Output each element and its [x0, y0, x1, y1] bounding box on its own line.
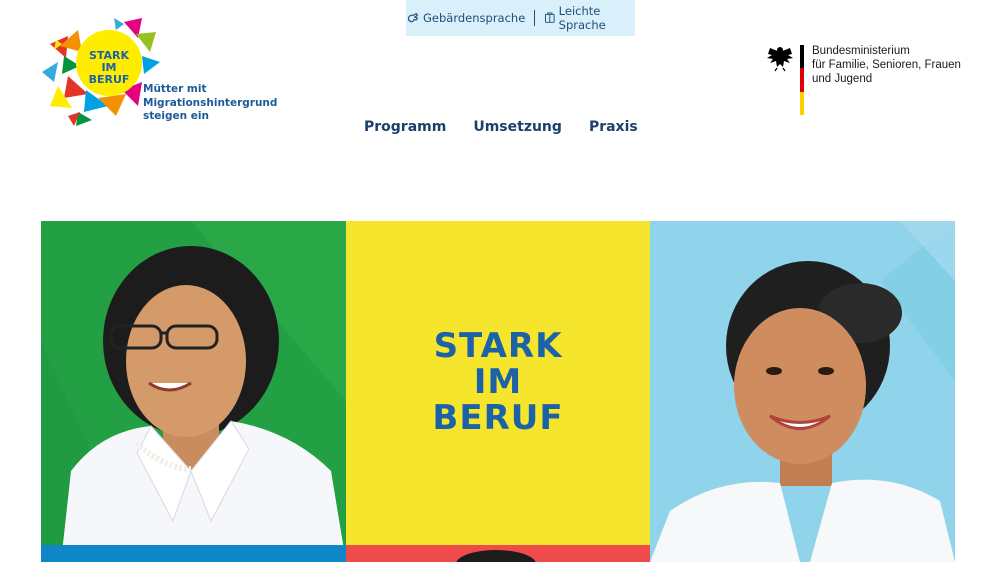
hero-title: STARK IM BERUF: [346, 328, 651, 436]
sign-language-icon: [407, 12, 419, 23]
ministry-line: Bundesministerium: [812, 45, 910, 57]
logo-word-beruf: BERUF: [89, 73, 130, 86]
accessibility-bar: Gebärdensprache Leichte Sprache: [406, 0, 635, 36]
hero-panel-left-strip: [41, 545, 346, 562]
hero-title-line: STARK: [433, 326, 563, 366]
logo-tagline: Mütter mit Migrationshintergrund steigen…: [143, 83, 278, 124]
nav-item-praxis[interactable]: Praxis: [589, 119, 638, 135]
ministry-logo[interactable]: Bundesministerium für Familie, Senioren,…: [766, 44, 966, 116]
hero-banner: STARK IM BERUF: [41, 221, 956, 562]
easy-language-link[interactable]: Leichte Sprache: [544, 4, 635, 32]
ministry-line: und Jugend: [812, 73, 873, 85]
ministry-line: für Familie, Senioren, Frauen: [812, 59, 961, 71]
hero-title-line: IM: [473, 362, 523, 402]
hero-panel-center: STARK IM BERUF: [345, 221, 651, 562]
hero-photo-peek: [456, 550, 536, 562]
ministry-name: Bundesministerium für Familie, Senioren,…: [812, 44, 961, 86]
sign-language-label: Gebärdensprache: [423, 11, 526, 25]
woman-with-glasses-photo: [41, 221, 346, 562]
nav-item-umsetzung[interactable]: Umsetzung: [473, 119, 562, 135]
hero-panel-right: [650, 221, 956, 562]
easy-language-label: Leichte Sprache: [558, 4, 606, 32]
logo-tagline-line: steigen ein: [143, 110, 209, 122]
nav-item-programm[interactable]: Programm: [364, 119, 446, 135]
logo-tagline-line: Mütter mit: [143, 83, 207, 95]
german-flag-stripe: [800, 45, 804, 115]
sign-language-link[interactable]: Gebärdensprache: [406, 11, 525, 25]
hero-panel-left: [41, 221, 346, 562]
accessibility-divider: [534, 10, 536, 26]
federal-eagle-icon: [767, 47, 793, 72]
main-navigation: Programm Umsetzung Praxis: [364, 119, 638, 135]
hero-title-line: BERUF: [432, 398, 564, 438]
book-icon: [545, 12, 555, 23]
logo-tagline-line: Migrationshintergrund: [143, 96, 278, 109]
smiling-woman-photo: [650, 221, 956, 562]
stark-im-beruf-logo[interactable]: STARK IM BERUF Mütter mit Migrationshint…: [38, 16, 277, 131]
